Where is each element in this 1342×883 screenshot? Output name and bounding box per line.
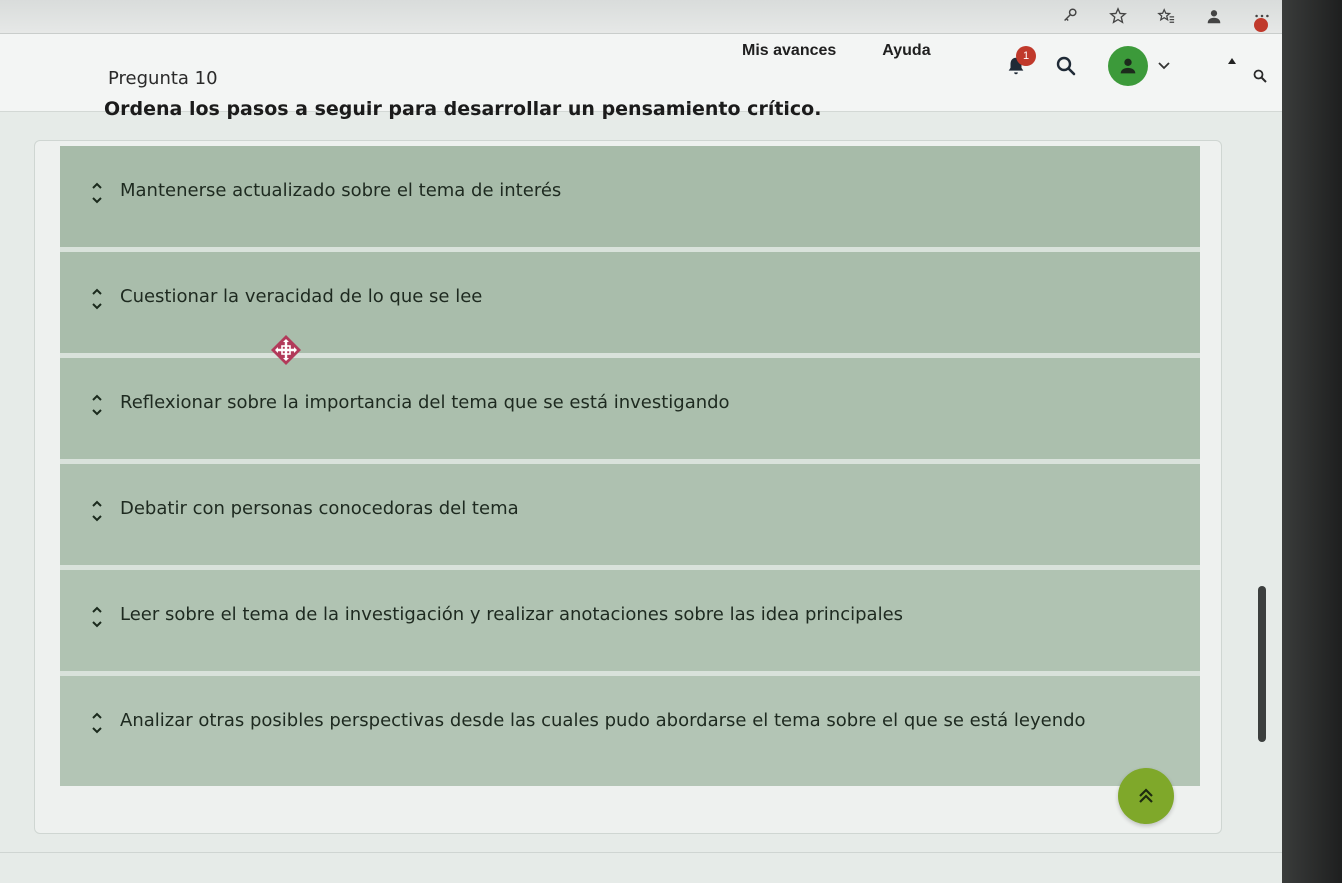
move-up-button[interactable] xyxy=(90,604,104,616)
screen-bezel xyxy=(1282,0,1342,883)
list-item[interactable]: Mantenerse actualizado sobre el tema de … xyxy=(60,146,1200,252)
chevron-up-icon xyxy=(92,712,102,719)
side-search-button[interactable] xyxy=(1252,68,1272,88)
chevron-up-icon xyxy=(92,288,102,295)
move-up-button[interactable] xyxy=(90,498,104,510)
chevron-down-icon xyxy=(92,409,102,416)
key-icon[interactable] xyxy=(1060,6,1080,26)
nav-help-link[interactable]: Ayuda xyxy=(882,42,930,60)
list-item[interactable]: Reflexionar sobre la importancia del tem… xyxy=(60,358,1200,464)
reorder-controls xyxy=(90,180,104,206)
chevron-down-icon xyxy=(92,621,102,628)
move-down-button[interactable] xyxy=(90,512,104,524)
question-prompt: Ordena los pasos a seguir para desarroll… xyxy=(104,98,822,120)
list-item-label: Leer sobre el tema de la investigación y… xyxy=(120,604,904,625)
browser-toolbar xyxy=(0,0,1342,34)
move-up-button[interactable] xyxy=(90,286,104,298)
double-chevron-up-icon xyxy=(1139,788,1153,803)
chevron-down-icon xyxy=(92,727,102,734)
reorder-controls xyxy=(90,604,104,630)
chevron-up-icon xyxy=(92,606,102,613)
move-down-button[interactable] xyxy=(90,194,104,206)
list-item[interactable]: Analizar otras posibles perspectivas des… xyxy=(60,676,1200,786)
move-up-button[interactable] xyxy=(90,180,104,192)
list-item-label: Mantenerse actualizado sobre el tema de … xyxy=(120,180,562,201)
nav-progress-link[interactable]: Mis avances xyxy=(742,42,836,60)
side-panel-toggle-icon[interactable] xyxy=(1228,58,1236,64)
move-up-button[interactable] xyxy=(90,392,104,404)
list-item[interactable]: Debatir con personas conocedoras del tem… xyxy=(60,464,1200,570)
question-number: Pregunta 10 xyxy=(108,68,218,89)
chevron-up-icon xyxy=(92,500,102,507)
user-menu-button[interactable] xyxy=(1108,46,1172,86)
chevron-down-icon xyxy=(92,197,102,204)
page-scrollbar[interactable] xyxy=(1258,586,1266,742)
chevron-down-icon xyxy=(92,303,102,310)
notification-badge: 1 xyxy=(1016,46,1036,66)
list-item-label: Analizar otras posibles perspectivas des… xyxy=(120,710,1086,731)
chevron-up-icon xyxy=(92,394,102,401)
reorder-controls xyxy=(90,498,104,524)
move-down-button[interactable] xyxy=(90,724,104,736)
browser-accent xyxy=(1254,18,1268,32)
reorder-controls xyxy=(90,286,104,312)
user-icon xyxy=(1120,58,1136,74)
move-down-button[interactable] xyxy=(90,406,104,418)
avatar xyxy=(1108,46,1148,86)
list-item-label: Debatir con personas conocedoras del tem… xyxy=(120,498,519,519)
search-icon xyxy=(1253,69,1267,83)
reorder-controls xyxy=(90,392,104,418)
footer-divider xyxy=(0,852,1282,853)
move-up-button[interactable] xyxy=(90,710,104,722)
search-button[interactable] xyxy=(1052,52,1080,80)
back-to-top-button[interactable] xyxy=(1118,768,1174,824)
profile-icon[interactable] xyxy=(1204,6,1224,26)
list-item[interactable]: Leer sobre el tema de la investigación y… xyxy=(60,570,1200,676)
chevron-up-icon xyxy=(92,182,102,189)
move-down-button[interactable] xyxy=(90,618,104,630)
list-item-label: Cuestionar la veracidad de lo que se lee xyxy=(120,286,483,307)
list-item-label: Reflexionar sobre la importancia del tem… xyxy=(120,392,730,413)
star-icon[interactable] xyxy=(1108,6,1128,26)
notifications-button[interactable]: 1 xyxy=(1002,46,1036,80)
move-cursor-icon xyxy=(271,335,301,365)
nav-tools: 1 xyxy=(1002,46,1172,86)
browser-toolbar-icons xyxy=(1060,6,1272,26)
ordering-list: Mantenerse actualizado sobre el tema de … xyxy=(60,146,1200,786)
search-icon xyxy=(1056,56,1076,76)
reorder-controls xyxy=(90,710,104,736)
chevron-down-icon xyxy=(92,515,102,522)
nav-links: Mis avances Ayuda xyxy=(742,42,931,60)
favorites-icon[interactable] xyxy=(1156,6,1176,26)
list-item[interactable]: Cuestionar la veracidad de lo que se lee xyxy=(60,252,1200,358)
move-down-button[interactable] xyxy=(90,300,104,312)
chevron-down-icon xyxy=(1158,62,1170,70)
